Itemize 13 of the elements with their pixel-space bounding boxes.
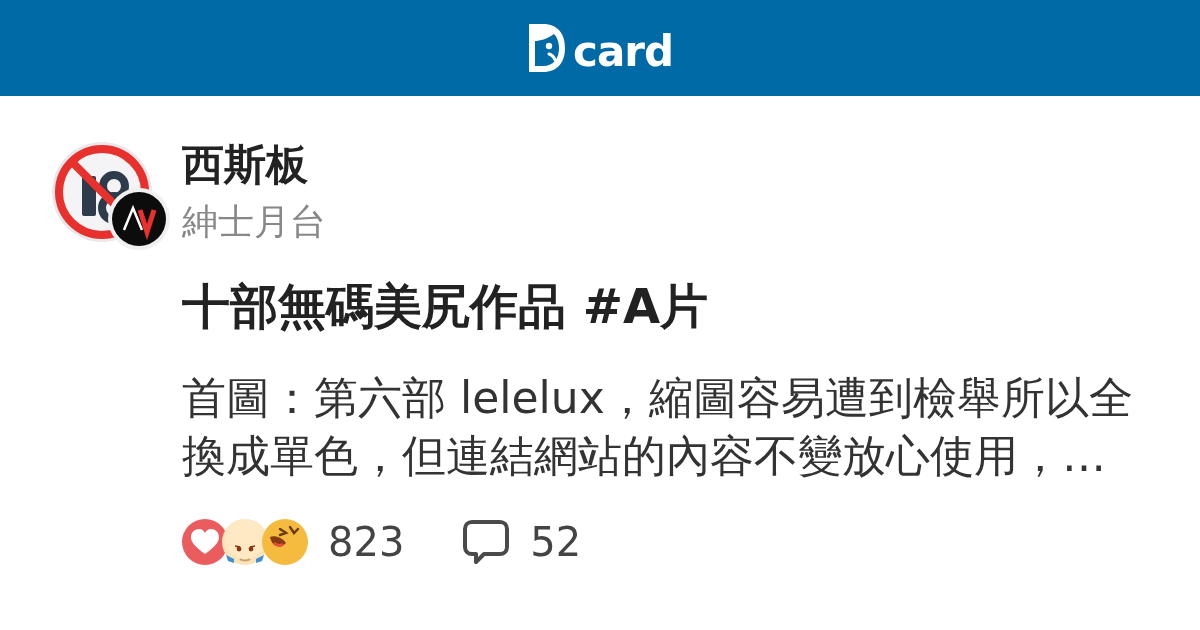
- crying-face-icon: [222, 519, 268, 565]
- post-excerpt: 首圖：第六部 lelelux，縮圖容易遭到檢舉所以全換成單色，但連結網站的內容不變放心使用，…: [182, 371, 1134, 483]
- logo-text: card: [573, 30, 673, 74]
- comment-icon[interactable]: [462, 518, 511, 566]
- laughing-face-icon: [262, 519, 308, 565]
- board-badge-icon: [108, 188, 170, 250]
- logo-mark-icon: [527, 22, 567, 74]
- reaction-count: 823: [328, 518, 405, 566]
- heart-reaction-icon: [182, 519, 228, 565]
- post-title[interactable]: 十部無碼美尻作品 #A片: [182, 277, 709, 335]
- board-name[interactable]: 西斯板: [182, 140, 308, 190]
- board-subtitle: 紳士月台: [182, 200, 326, 243]
- comment-count: 52: [530, 518, 582, 566]
